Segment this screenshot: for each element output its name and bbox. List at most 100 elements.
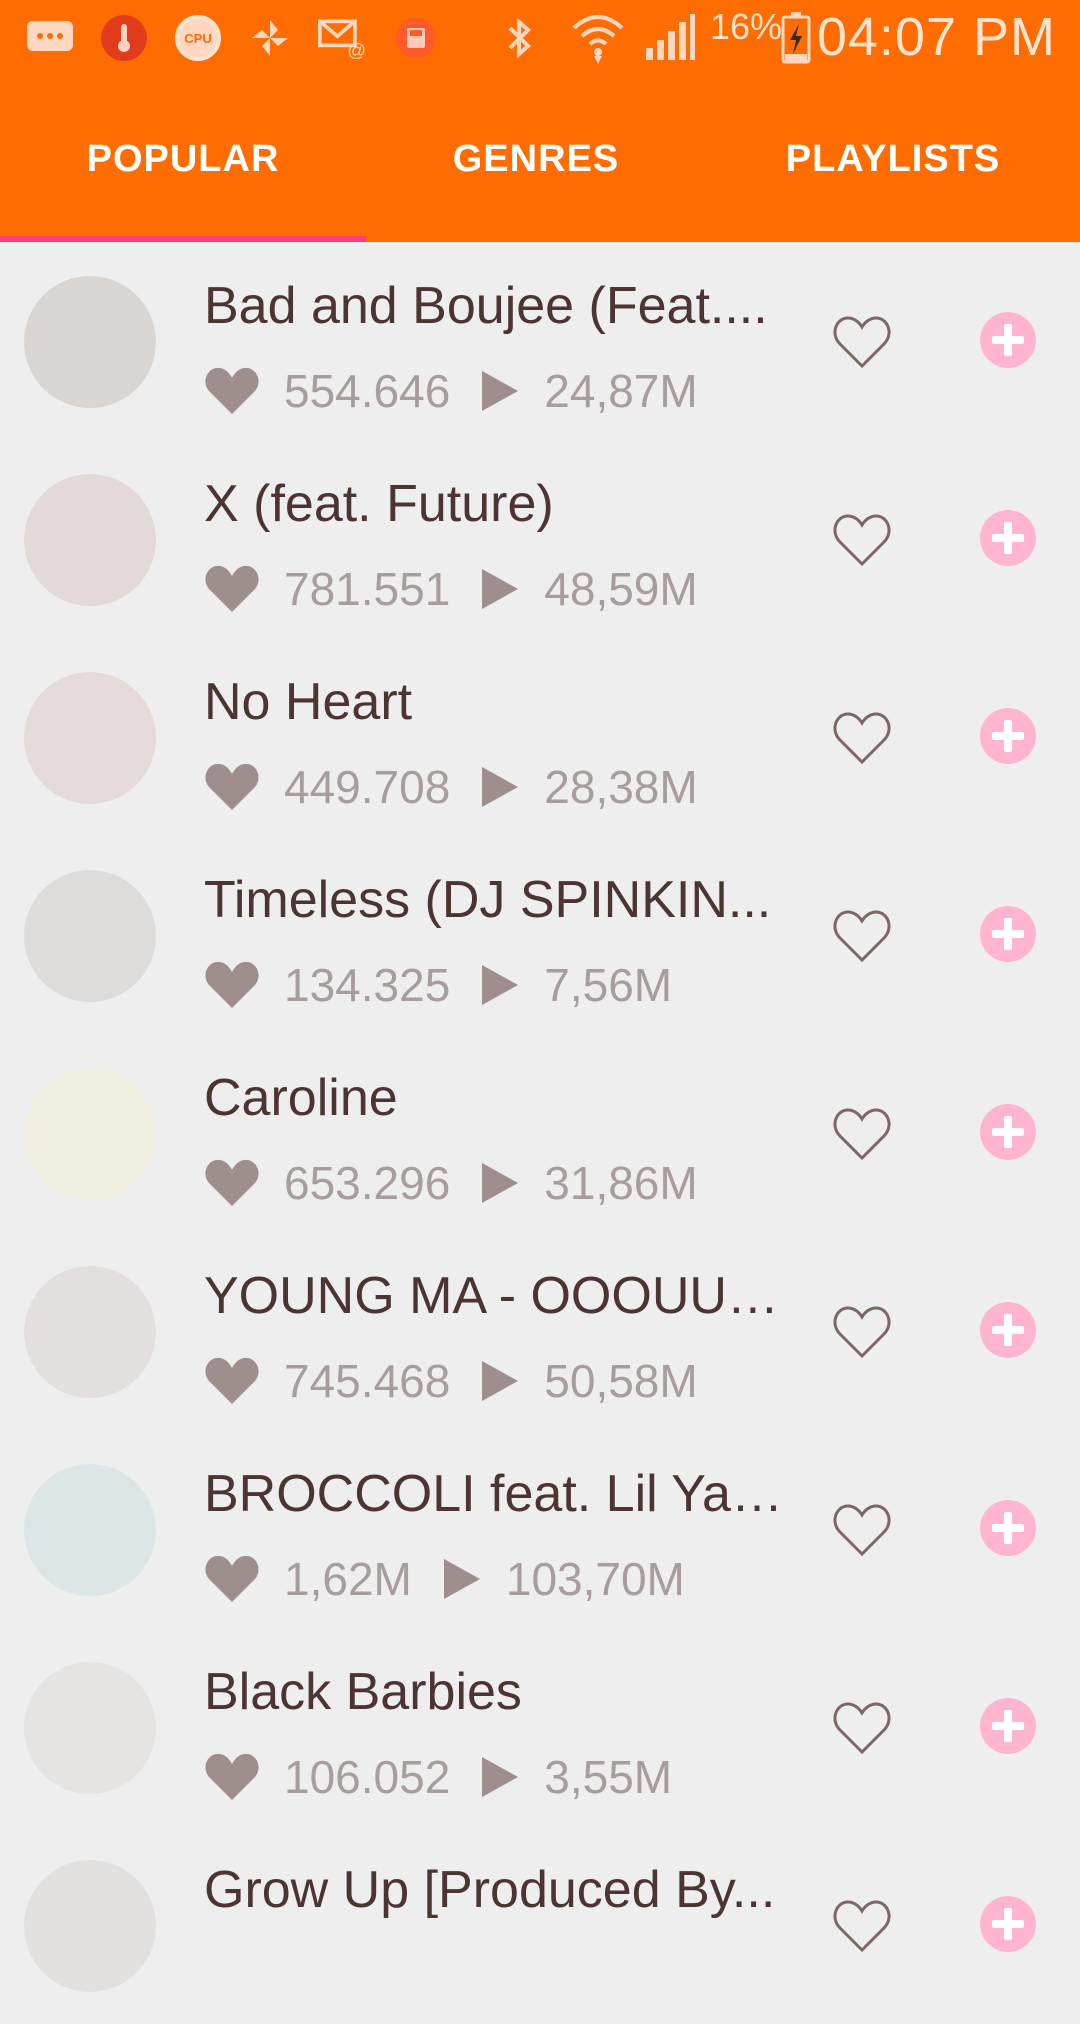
temperature-icon <box>100 14 148 62</box>
favorite-heart-icon[interactable] <box>832 1500 892 1560</box>
add-to-playlist-button[interactable] <box>980 708 1036 764</box>
likes-heart-icon <box>205 1555 259 1602</box>
likes-count: 781.551 <box>284 563 451 615</box>
album-art <box>24 276 156 408</box>
favorite-heart-icon[interactable] <box>832 708 892 768</box>
song-title: Bad and Boujee (Feat.... <box>204 277 768 335</box>
tab-bar: POPULAR GENRES PLAYLISTS <box>0 76 1080 242</box>
song-row[interactable]: YOUNG MA - OOOUUU... 745.468 50,58M <box>0 1232 1080 1430</box>
likes-heart-icon <box>205 1159 259 1206</box>
plays-icon <box>482 371 519 411</box>
favorite-heart-icon[interactable] <box>832 1104 892 1164</box>
svg-text:@: @ <box>347 39 366 60</box>
likes-count: 554.646 <box>284 365 451 417</box>
song-row[interactable]: BROCCOLI feat. Lil Yac... 1,62M 103,70M <box>0 1430 1080 1628</box>
song-stats: 653.296 31,86M <box>204 1152 728 1214</box>
song-title: No Heart <box>204 673 413 731</box>
tab-playlists[interactable]: PLAYLISTS <box>706 76 1080 242</box>
cpu-icon: CPU <box>174 14 222 62</box>
bluetooth-icon <box>496 14 544 62</box>
wifi-icon <box>570 14 626 64</box>
battery-charging-icon <box>778 12 814 64</box>
plays-count: 50,58M <box>544 1355 698 1407</box>
plays-count: 31,86M <box>544 1157 698 1209</box>
album-art <box>24 1068 156 1200</box>
song-stats: 449.708 28,38M <box>204 756 728 818</box>
email-icon: @ <box>318 14 366 62</box>
song-row[interactable]: Timeless (DJ SPINKIN... 134.325 7,56M <box>0 836 1080 1034</box>
plays-icon <box>482 767 519 807</box>
message-notification-icon <box>26 14 74 62</box>
song-row[interactable]: No Heart 449.708 28,38M <box>0 638 1080 836</box>
likes-heart-icon <box>205 565 259 612</box>
album-art <box>24 1662 156 1794</box>
plays-icon <box>482 1163 519 1203</box>
battery-percent: 16% <box>710 6 783 47</box>
add-to-playlist-button[interactable] <box>980 1896 1036 1952</box>
add-to-playlist-button[interactable] <box>980 1302 1036 1358</box>
plays-count: 48,59M <box>544 563 698 615</box>
svg-text:CPU: CPU <box>184 31 211 46</box>
song-title: Black Barbies <box>204 1663 522 1721</box>
signal-icon <box>642 14 698 62</box>
album-art <box>24 870 156 1002</box>
song-stats: 781.551 48,59M <box>204 558 728 620</box>
plays-count: 3,55M <box>544 1751 673 1803</box>
likes-heart-icon <box>205 367 259 414</box>
plays-count: 28,38M <box>544 761 698 813</box>
song-row[interactable]: Black Barbies 106.052 3,55M <box>0 1628 1080 1826</box>
favorite-heart-icon[interactable] <box>832 1896 892 1956</box>
song-stats: 554.646 24,87M <box>204 360 728 422</box>
favorite-heart-icon[interactable] <box>832 312 892 372</box>
add-to-playlist-button[interactable] <box>980 510 1036 566</box>
add-to-playlist-button[interactable] <box>980 906 1036 962</box>
add-to-playlist-button[interactable] <box>980 1104 1036 1160</box>
tab-genres[interactable]: GENRES <box>366 76 706 242</box>
favorite-heart-icon[interactable] <box>832 1698 892 1758</box>
song-row[interactable]: Caroline 653.296 31,86M <box>0 1034 1080 1232</box>
song-row[interactable]: X (feat. Future) 781.551 48,59M <box>0 440 1080 638</box>
likes-count: 106.052 <box>284 1751 451 1803</box>
album-art <box>24 1860 156 1992</box>
tab-popular[interactable]: POPULAR <box>0 76 366 242</box>
plays-icon <box>482 1361 519 1401</box>
album-art <box>24 474 156 606</box>
likes-heart-icon <box>205 961 259 1008</box>
song-stats: 106.052 3,55M <box>204 1746 702 1808</box>
favorite-heart-icon[interactable] <box>832 906 892 966</box>
song-stats: 745.468 50,58M <box>204 1350 728 1412</box>
plays-icon <box>443 1559 480 1599</box>
song-list[interactable]: Bad and Boujee (Feat.... 554.646 24,87M … <box>0 242 1080 2024</box>
song-title: BROCCOLI feat. Lil Yac... <box>204 1465 784 1523</box>
plays-count: 24,87M <box>544 365 698 417</box>
album-art <box>24 672 156 804</box>
likes-heart-icon <box>205 1357 259 1404</box>
song-title: X (feat. Future) <box>204 475 554 533</box>
song-title: Caroline <box>204 1069 398 1127</box>
pinwheel-icon <box>246 14 294 62</box>
album-art <box>24 1266 156 1398</box>
plays-icon <box>482 965 519 1005</box>
likes-count: 449.708 <box>284 761 451 813</box>
plays-icon <box>482 1757 519 1797</box>
song-row[interactable]: Grow Up [Produced By... <box>0 1826 1080 2024</box>
song-title: YOUNG MA - OOOUUU... <box>204 1267 784 1325</box>
plays-count: 7,56M <box>544 959 673 1011</box>
song-row[interactable]: Bad and Boujee (Feat.... 554.646 24,87M <box>0 242 1080 440</box>
album-art <box>24 1464 156 1596</box>
likes-count: 653.296 <box>284 1157 451 1209</box>
likes-count: 745.468 <box>284 1355 451 1407</box>
song-title: Grow Up [Produced By... <box>204 1861 776 1919</box>
add-to-playlist-button[interactable] <box>980 1698 1036 1754</box>
status-bar: CPU @ 16% 04:07 PM <box>0 0 1080 76</box>
clock: 04:07 PM <box>816 7 1056 67</box>
favorite-heart-icon[interactable] <box>832 510 892 570</box>
likes-heart-icon <box>205 763 259 810</box>
song-title: Timeless (DJ SPINKIN... <box>204 871 772 929</box>
plays-icon <box>482 569 519 609</box>
save-icon <box>392 14 440 62</box>
add-to-playlist-button[interactable] <box>980 312 1036 368</box>
favorite-heart-icon[interactable] <box>832 1302 892 1362</box>
likes-count: 1,62M <box>284 1553 412 1605</box>
add-to-playlist-button[interactable] <box>980 1500 1036 1556</box>
